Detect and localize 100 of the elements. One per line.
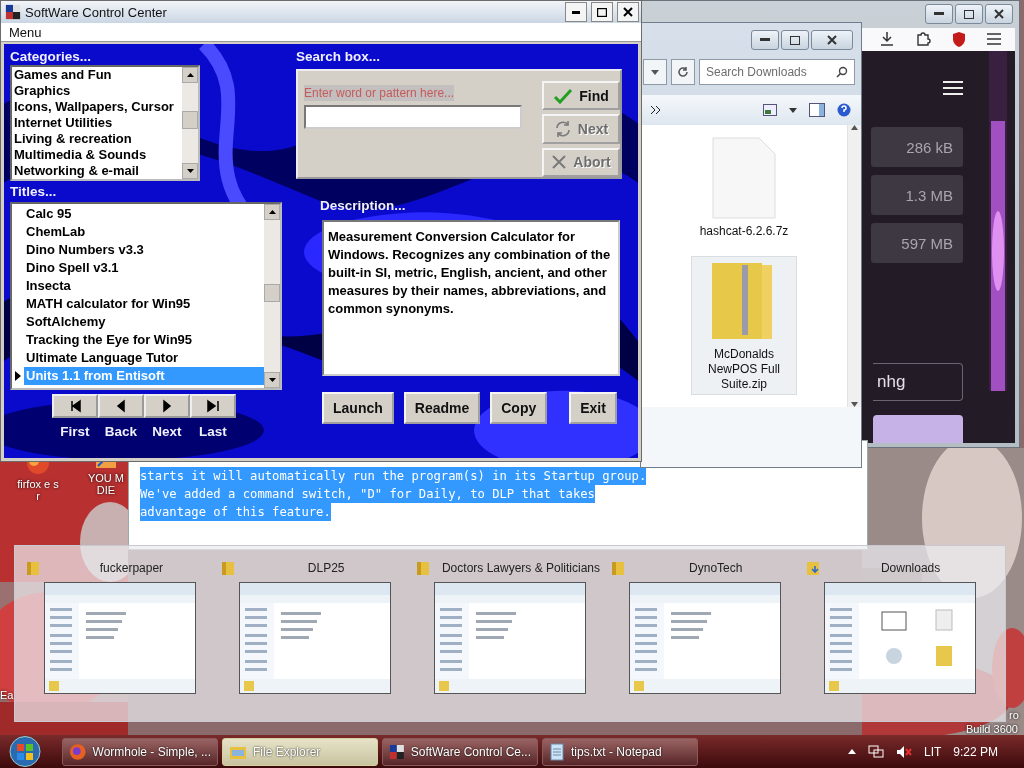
maximize-button[interactable] (955, 4, 983, 24)
category-item[interactable]: Icons, Wallpapers, Cursor (12, 99, 182, 115)
refresh-button[interactable] (671, 59, 695, 85)
scroll-down-button[interactable] (182, 163, 198, 179)
nav-button[interactable] (144, 394, 190, 418)
downloads-folder-icon (805, 560, 820, 576)
dropdown-button[interactable] (643, 59, 667, 85)
desktop-icon-label[interactable]: YOU M DIE (86, 472, 126, 496)
puzzle-piece-icon[interactable] (915, 31, 931, 48)
nav-button[interactable] (98, 394, 144, 418)
chevrons-right-icon[interactable] (651, 106, 661, 114)
up-arrow-icon (268, 210, 276, 214)
file-size: 286 kB (871, 127, 963, 167)
nav-button[interactable] (190, 394, 236, 418)
title-item[interactable]: SoftAlchemy (24, 313, 264, 331)
category-item[interactable]: Games and Fun (12, 67, 182, 83)
action-button[interactable]: Launch (322, 392, 394, 424)
category-item[interactable]: Graphics (12, 83, 182, 99)
text-field[interactable]: nhg (873, 363, 963, 401)
scroll-thumb[interactable] (264, 284, 280, 302)
close-button[interactable] (985, 4, 1013, 24)
desktop-icon-label[interactable]: firfox e s r (14, 478, 62, 502)
nav-button[interactable] (52, 394, 98, 418)
action-button[interactable]: Copy (490, 392, 548, 424)
blank-file-icon (711, 136, 777, 220)
minimize-button[interactable] (925, 4, 953, 24)
section-label: Categories... (10, 48, 92, 65)
up-arrow-icon (851, 125, 858, 130)
category-item[interactable]: Internet Utilities (12, 115, 182, 131)
window-title[interactable]: fuckerpaper (48, 561, 215, 575)
up-arrow-icon[interactable] (847, 749, 856, 754)
caret-down-icon[interactable] (789, 107, 797, 113)
maximize-button[interactable] (781, 30, 809, 50)
nav-label: Next (152, 424, 182, 439)
search-icon (836, 66, 848, 78)
nav-label: Last (199, 424, 227, 439)
shield-icon[interactable] (951, 30, 967, 48)
title-item[interactable]: Dino Spell v3.1 (24, 259, 264, 277)
window-title: SoftWare Control Center (25, 4, 168, 20)
title-item[interactable]: Tracking the Eye for Win95 (24, 331, 264, 349)
category-list[interactable]: Games and Fun Graphics Icons, Wallpapers, Cursor Internet Utilities Living & recreation Multimedia & Sounds Networking & e-mail (10, 65, 200, 181)
app-icon (5, 4, 21, 20)
scroll-up-button[interactable] (182, 67, 198, 83)
language-indicator[interactable]: LIT (923, 744, 942, 759)
taskbar-button[interactable]: tips.txt - Notepad (542, 737, 698, 766)
title-item[interactable]: Calc 95 (24, 205, 264, 223)
minimize-icon (760, 38, 770, 42)
checkmark-icon (553, 87, 574, 104)
preview-pane-icon[interactable] (809, 103, 825, 117)
menu-item[interactable]: Menu (9, 24, 42, 40)
browser-icon (69, 742, 87, 761)
close-button[interactable] (811, 30, 853, 50)
minimize-button[interactable] (565, 2, 587, 22)
window-title[interactable]: DynoTech (632, 561, 799, 575)
close-button[interactable] (617, 2, 639, 22)
minimize-button[interactable] (751, 30, 779, 50)
notepad-icon (549, 742, 565, 761)
search-field[interactable]: Search Downloads (699, 59, 855, 85)
category-item[interactable]: Living & recreation (12, 131, 182, 147)
titles-list[interactable]: Calc 95 ChemLab Dino Numbers v3.3 Dino Spell v3.1 Insecta MATH calculator for Win95 SoftAlchemy Tracking the Eye for Win95 Ultimate Language Tutor Units 1.1 from Entisoft (10, 202, 282, 390)
taskbar-button[interactable]: Wormhole - Simple, ... (62, 737, 218, 766)
window-title[interactable]: DLP25 (243, 561, 410, 575)
network-icon[interactable] (867, 744, 884, 759)
category-item[interactable]: Networking & e-mail (12, 163, 182, 179)
taskbar-button[interactable]: SoftWare Control Ce... (382, 737, 538, 766)
close-icon (623, 7, 633, 17)
scroll-down-button[interactable] (264, 372, 280, 388)
scroll-up-button[interactable] (264, 204, 280, 220)
title-item[interactable]: Dino Numbers v3.3 (24, 241, 264, 259)
desktop-text: Ea (0, 689, 14, 701)
title-item[interactable]: ChemLab (24, 223, 264, 241)
section-label: Description... (320, 197, 406, 214)
title-item[interactable]: Ultimate Language Tutor (24, 349, 264, 367)
category-item[interactable]: Multimedia & Sounds (12, 147, 182, 163)
action-button[interactable]: Exit (569, 392, 617, 424)
minimize-icon (934, 12, 944, 16)
help-icon[interactable] (837, 103, 851, 117)
folder-icon (416, 560, 430, 576)
file-item[interactable]: hashcat-6.2.6.7z (691, 133, 797, 242)
search-action-button[interactable]: Find (542, 81, 620, 111)
scroll-thumb[interactable] (182, 111, 198, 129)
clock[interactable]: 9:22 PM (953, 744, 998, 759)
window-title[interactable]: Doctors Lawyers & Politicians (438, 561, 604, 575)
title-item[interactable]: Insecta (24, 277, 264, 295)
maximize-button[interactable] (591, 2, 613, 22)
title-item[interactable]: MATH calculator for Win95 (24, 295, 264, 313)
file-size: 597 MB (871, 223, 963, 263)
window-title[interactable]: Downloads (827, 561, 994, 575)
skip-last-icon (206, 399, 220, 413)
download-icon[interactable] (879, 31, 895, 48)
section-label: Search box... (296, 48, 381, 65)
file-item[interactable]: McDonalds NewPOS Full Suite.zip (691, 256, 797, 395)
muted-speaker-icon[interactable] (895, 744, 912, 759)
search-field[interactable] (304, 105, 522, 129)
view-icon[interactable] (763, 104, 777, 116)
maximize-icon (790, 35, 800, 45)
scrollbar[interactable] (847, 125, 861, 407)
action-button[interactable]: Readme (403, 392, 481, 424)
close-icon (827, 35, 837, 45)
down-arrow-icon (186, 169, 194, 173)
